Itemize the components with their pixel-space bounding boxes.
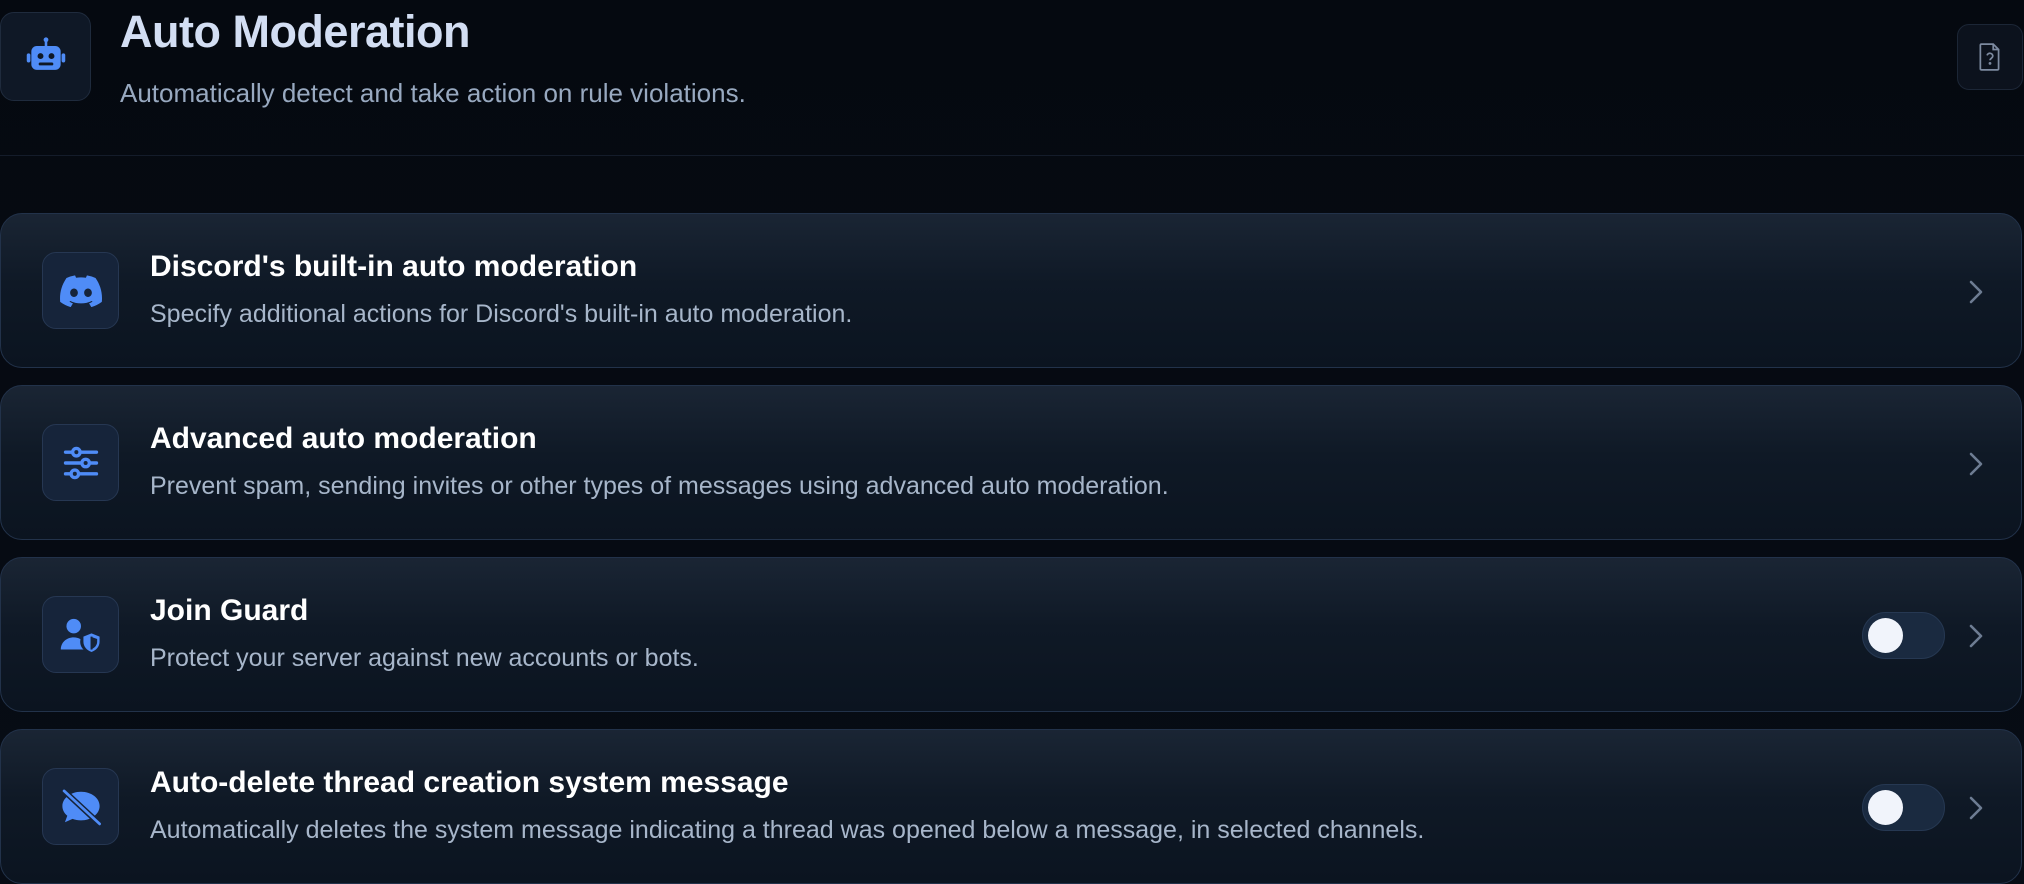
toggle-knob bbox=[1868, 618, 1903, 653]
user-shield-icon bbox=[42, 596, 119, 673]
toggle-knob bbox=[1868, 790, 1903, 825]
sliders-icon bbox=[42, 424, 119, 501]
chevron-right-icon bbox=[1964, 788, 1988, 828]
card-advanced-automod[interactable]: Advanced auto moderation Prevent spam, s… bbox=[0, 385, 2022, 540]
message-slash-icon bbox=[42, 768, 119, 845]
card-description: Protect your server against new accounts… bbox=[150, 644, 699, 672]
card-title: Discord's built-in auto moderation bbox=[150, 250, 638, 283]
auto-moderation-page: Auto Moderation Automatically detect and… bbox=[0, 0, 2024, 884]
card-description: Prevent spam, sending invites or other t… bbox=[150, 472, 1169, 500]
page-title: Auto Moderation bbox=[120, 6, 470, 57]
join-guard-toggle[interactable] bbox=[1862, 612, 1945, 659]
card-title: Advanced auto moderation bbox=[150, 422, 537, 455]
chevron-right-icon bbox=[1964, 444, 1988, 484]
card-auto-delete-thread-message[interactable]: Auto-delete thread creation system messa… bbox=[0, 729, 2022, 884]
page-header: Auto Moderation Automatically detect and… bbox=[0, 0, 2024, 156]
card-description: Specify additional actions for Discord's… bbox=[150, 300, 853, 328]
card-join-guard[interactable]: Join Guard Protect your server against n… bbox=[0, 557, 2022, 712]
robot-icon bbox=[0, 12, 91, 101]
card-title: Auto-delete thread creation system messa… bbox=[150, 766, 789, 799]
card-description: Automatically deletes the system message… bbox=[150, 816, 1425, 844]
chevron-right-icon bbox=[1964, 616, 1988, 656]
auto-delete-thread-toggle[interactable] bbox=[1862, 784, 1945, 831]
discord-icon bbox=[42, 252, 119, 329]
card-title: Join Guard bbox=[150, 594, 309, 627]
chevron-right-icon bbox=[1964, 272, 1988, 312]
card-discord-automod[interactable]: Discord's built-in auto moderation Speci… bbox=[0, 213, 2022, 368]
help-button[interactable] bbox=[1957, 24, 2023, 90]
help-document-icon bbox=[1979, 43, 2000, 71]
page-subtitle: Automatically detect and take action on … bbox=[120, 78, 746, 108]
